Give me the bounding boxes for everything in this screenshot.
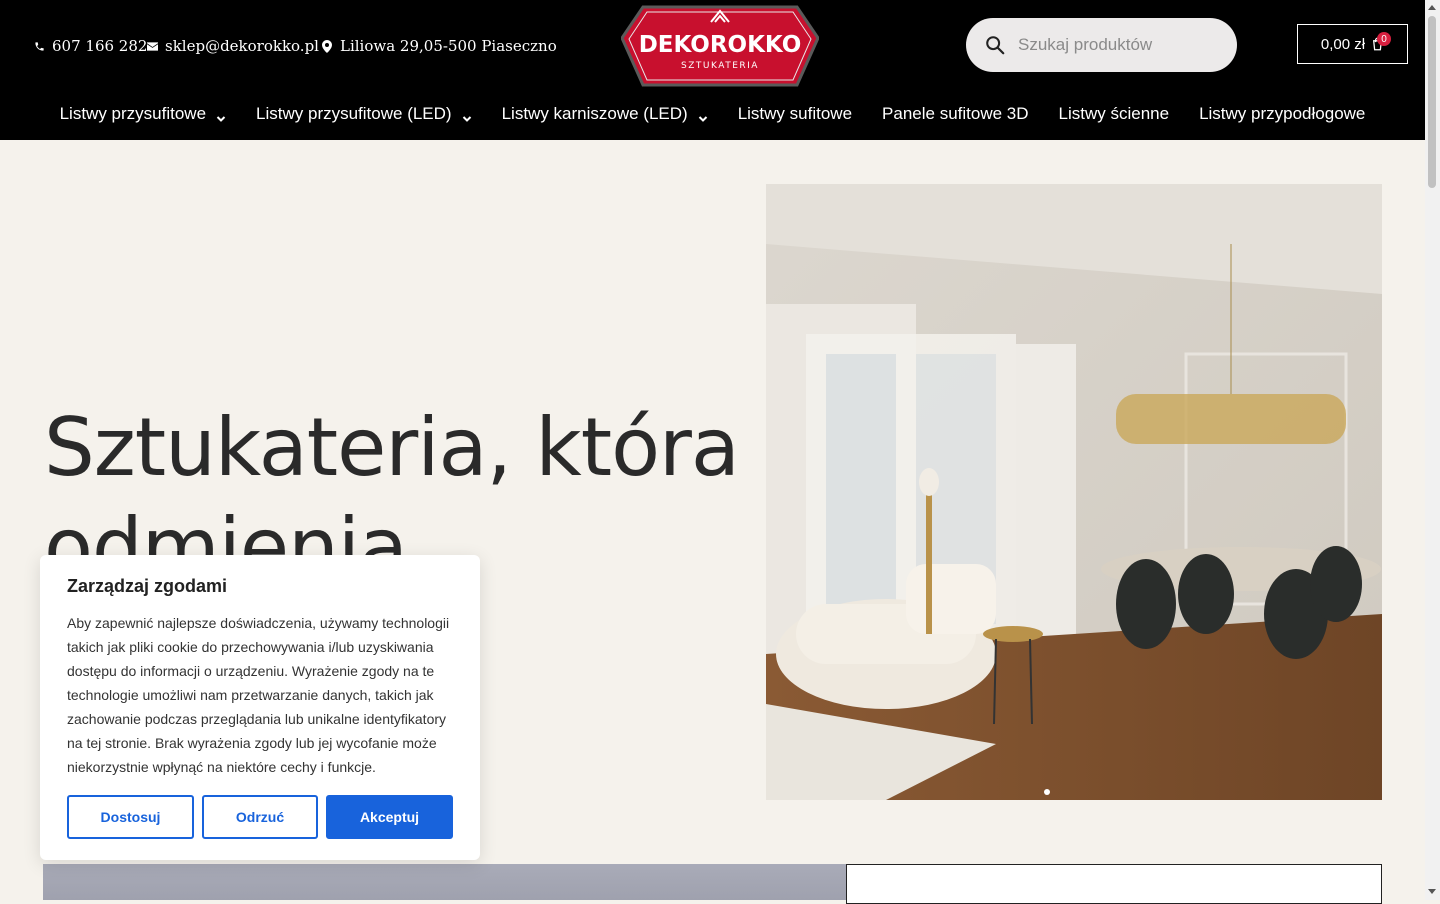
nav-item-label: Listwy przypodłogowe [1199,104,1366,123]
map-pin-icon [320,39,334,53]
nav-item-listwy-scienne[interactable]: Listwy ścienne [1044,100,1185,128]
search-input[interactable] [1016,34,1220,56]
phone-icon [32,39,46,53]
scroll-up-arrow[interactable] [1428,5,1436,10]
chevron-down-icon [462,109,472,122]
logo-wordmark: DEKOROKKO [639,32,802,58]
nav-item-label: Panele sufitowe 3D [882,104,1029,123]
customize-button[interactable]: Dostosuj [67,795,194,839]
chevron-down-icon [216,109,226,122]
nav-item-listwy-sufitowe[interactable]: Listwy sufitowe [723,100,867,128]
cookie-consent-dialog: Zarządzaj zgodami Aby zapewnić najlepsze… [40,555,480,860]
cart-total: 0,00 zł [1320,35,1366,53]
main-nav: Listwy przysufitowe Listwy przysufitowe … [0,100,1425,128]
nav-item-label: Listwy przysufitowe [59,104,207,123]
nav-item-label: Listwy karniszowe (LED) [501,104,688,123]
product-search[interactable] [966,18,1237,72]
cart-count-badge: 0 [1377,32,1391,46]
address-text: Liliowa 29,05-500 Piaseczno [340,37,557,55]
nav-item-label: Listwy przysufitowe (LED) [256,104,452,123]
dekorokko-logo[interactable]: DEKOROKKO SZTUKATERIA [620,2,820,88]
nav-item-listwy-przysufitowe[interactable]: Listwy przysufitowe [45,100,241,128]
promo-box [846,864,1382,904]
logo-tagline: SZTUKATERIA [681,61,759,71]
scrollbar-thumb[interactable] [1428,16,1436,188]
promo-image [43,864,846,900]
reject-button[interactable]: Odrzuć [202,795,318,839]
site-header: 607 166 282 sklep@dekorokko.pl Liliowa 2… [0,0,1425,140]
search-icon[interactable] [984,34,1006,56]
chevron-down-icon [698,109,708,122]
phone-contact[interactable]: 607 166 282 [32,36,147,56]
nav-item-listwy-przypodlogowe[interactable]: Listwy przypodłogowe [1184,100,1380,128]
nav-item-label: Listwy sufitowe [737,104,853,123]
slider-dot[interactable] [1044,789,1050,795]
cookie-title: Zarządzaj zgodami [67,576,228,596]
cart-button[interactable]: 0,00 zł 0 [1297,24,1408,64]
email-contact[interactable]: sklep@dekorokko.pl [145,36,319,56]
page-scrollbar[interactable] [1425,0,1440,900]
nav-item-panele-sufitowe-3d[interactable]: Panele sufitowe 3D [867,100,1043,128]
nav-item-label: Listwy ścienne [1058,104,1170,123]
scroll-down-arrow[interactable] [1428,889,1436,894]
accept-button[interactable]: Akceptuj [326,795,453,839]
cookie-text: Aby zapewnić najlepsze doświadczenia, uż… [67,615,450,775]
hero-image [766,184,1382,800]
nav-item-listwy-przysufitowe-led[interactable]: Listwy przysufitowe (LED) [241,100,487,128]
nav-item-listwy-karniszowe-led[interactable]: Listwy karniszowe (LED) [487,100,723,128]
envelope-icon [145,39,159,53]
email-address: sklep@dekorokko.pl [165,37,319,55]
address-contact[interactable]: Liliowa 29,05-500 Piaseczno [320,36,557,56]
phone-number: 607 166 282 [52,37,148,55]
